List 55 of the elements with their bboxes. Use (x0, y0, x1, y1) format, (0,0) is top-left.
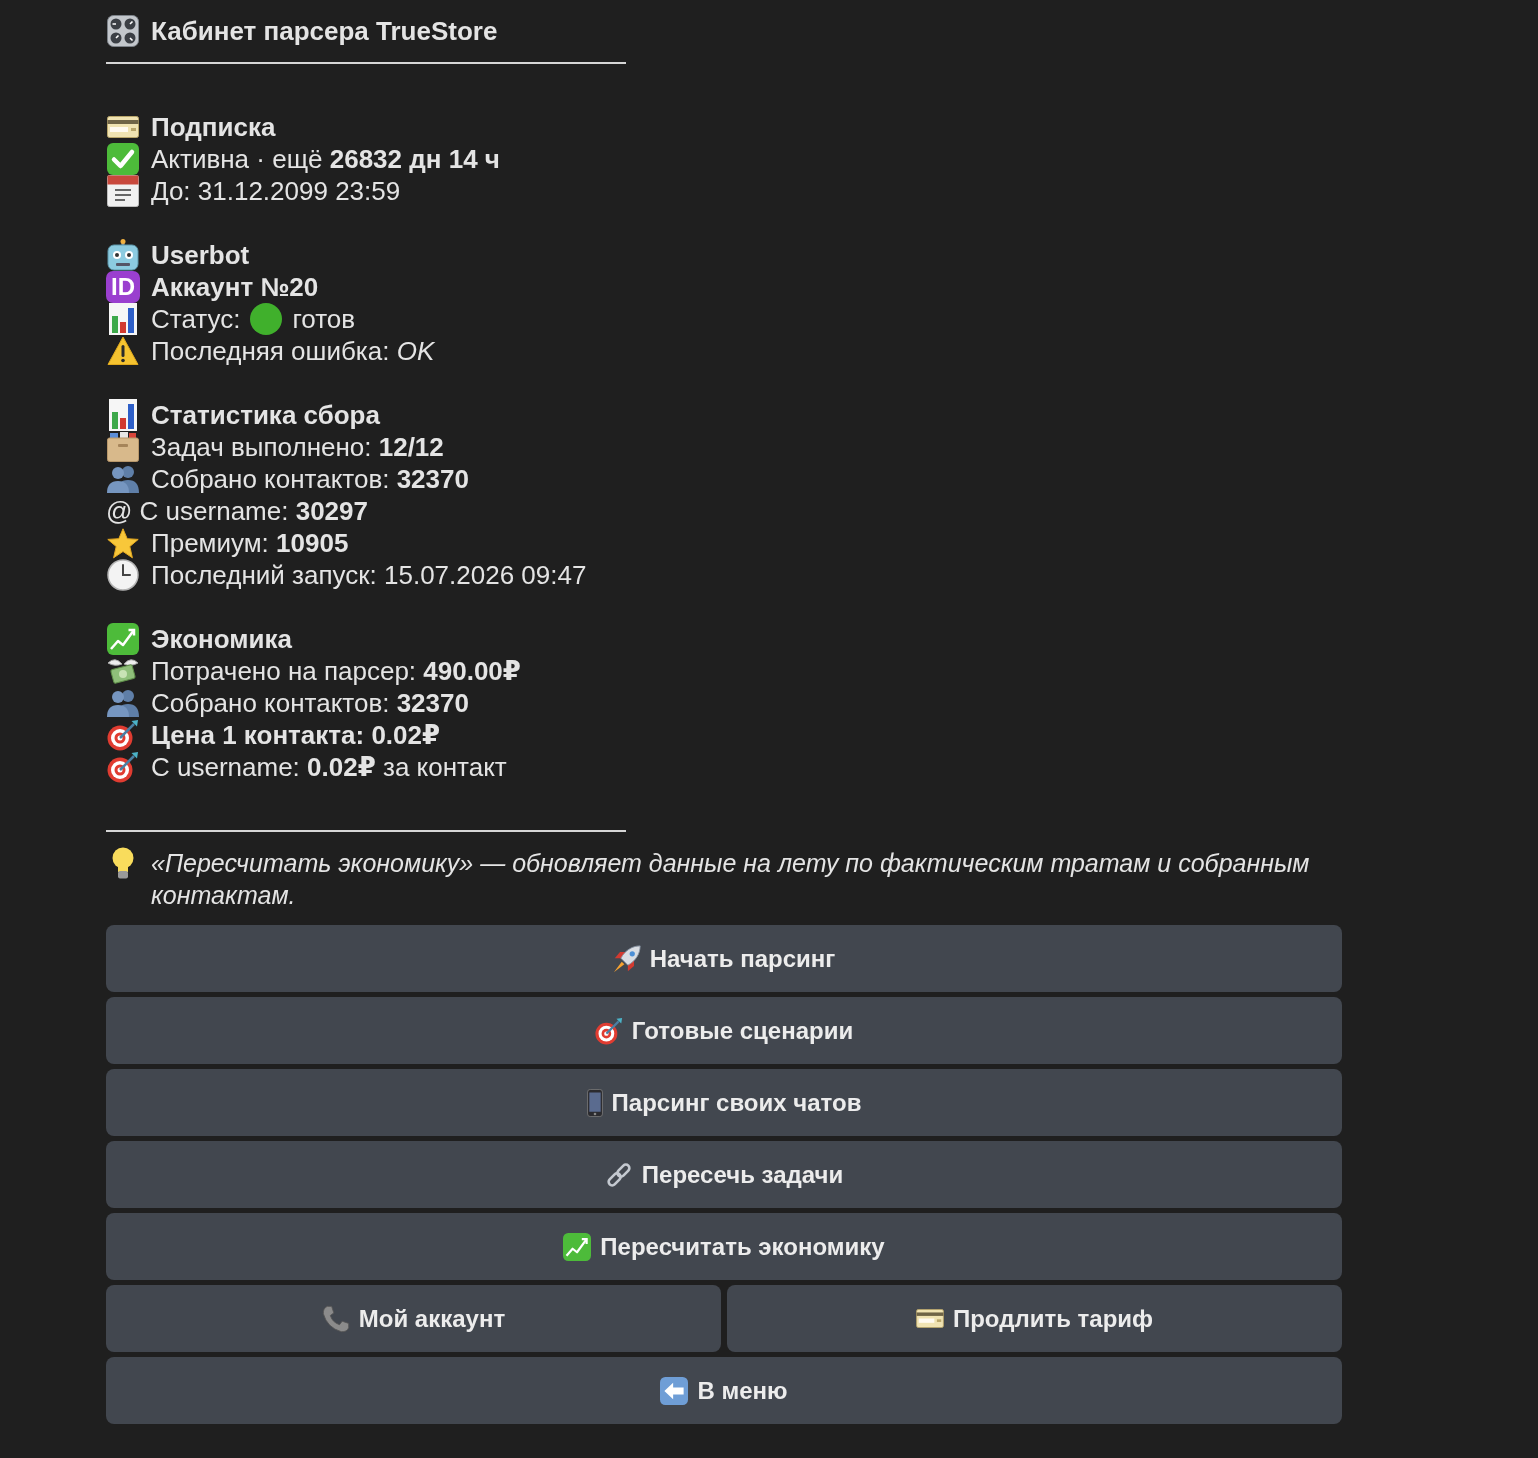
link-icon (604, 1160, 633, 1189)
warning-icon (107, 336, 139, 366)
intersect-tasks-button[interactable]: Пересечь задачи (106, 1141, 1342, 1208)
info-line: Собрано контактов: 32370 (151, 463, 469, 495)
section-title: Экономика (151, 623, 292, 655)
dart-target-icon (107, 719, 139, 751)
info-line: До: 31.12.2099 23:59 (151, 175, 401, 207)
info-line: Собрано контактов: 32370 (151, 687, 469, 719)
scenarios-button[interactable]: Готовые сценарии (106, 997, 1342, 1064)
credit-card-icon (107, 116, 139, 138)
rising-chart-icon (107, 623, 139, 655)
file-box-icon (107, 432, 139, 462)
rocket-icon (612, 944, 641, 973)
mobile-phone-icon (586, 1088, 603, 1117)
people-icon (107, 689, 139, 717)
rising-chart-icon (563, 1232, 592, 1261)
credit-card-icon (915, 1309, 944, 1328)
start-parsing-button[interactable]: Начать парсинг (106, 925, 1342, 992)
my-account-button[interactable]: Мой аккаунт (106, 1285, 721, 1352)
star-icon (107, 527, 139, 559)
menu-button[interactable]: В меню (106, 1357, 1342, 1424)
section-title: Userbot (151, 239, 250, 271)
money-with-wings-icon (107, 656, 139, 686)
telephone-icon (321, 1304, 350, 1333)
info-line: Последний запуск: 15.07.2026 09:47 (151, 559, 587, 591)
info-line: Аккаунт №20 (151, 271, 319, 303)
section-title: Подписка (151, 111, 276, 143)
robot-icon (107, 239, 139, 271)
page-title: Кабинет парсера TrueStore (151, 15, 498, 47)
status-label: готов (292, 303, 356, 335)
control-knobs-icon (107, 15, 139, 47)
clock-icon (107, 559, 139, 591)
info-line: @ С username: 30297 (106, 495, 368, 527)
info-line: Цена 1 контакта: 0.02₽ (151, 719, 441, 751)
bar-chart-icon (109, 399, 137, 431)
calendar-icon (107, 175, 139, 207)
id-badge: ID (106, 271, 140, 303)
info-line: С username: 0.02₽ за контакт (151, 751, 507, 783)
info-line: Задач выполнено: 12/12 (151, 431, 444, 463)
check-mark-icon (107, 143, 139, 175)
dart-target-icon (594, 1016, 623, 1045)
light-bulb-icon (112, 847, 134, 879)
hint-text: «Пересчитать экономику» — обновляет данные на лету по фактическим тратам и собранным контактам. (151, 848, 1311, 911)
info-line: Потрачено на парсер: 490.00₽ (151, 655, 521, 687)
dart-target-icon (107, 751, 139, 783)
renew-plan-button[interactable]: Продлить тариф (727, 1285, 1342, 1352)
info-line: Последняя ошибка: OK (151, 335, 435, 367)
parse-chats-button[interactable]: Парсинг своих чатов (106, 1069, 1342, 1136)
info-line: Премиум: 10905 (151, 527, 349, 559)
info-line: Статус: (151, 303, 241, 335)
bar-chart-icon (109, 303, 137, 335)
recalculate-button[interactable]: Пересчитать экономику (106, 1213, 1342, 1280)
info-line: Активна · ещё 26832 дн 14 ч (151, 143, 500, 175)
section-title: Статистика сбора (151, 399, 380, 431)
people-icon (107, 465, 139, 493)
